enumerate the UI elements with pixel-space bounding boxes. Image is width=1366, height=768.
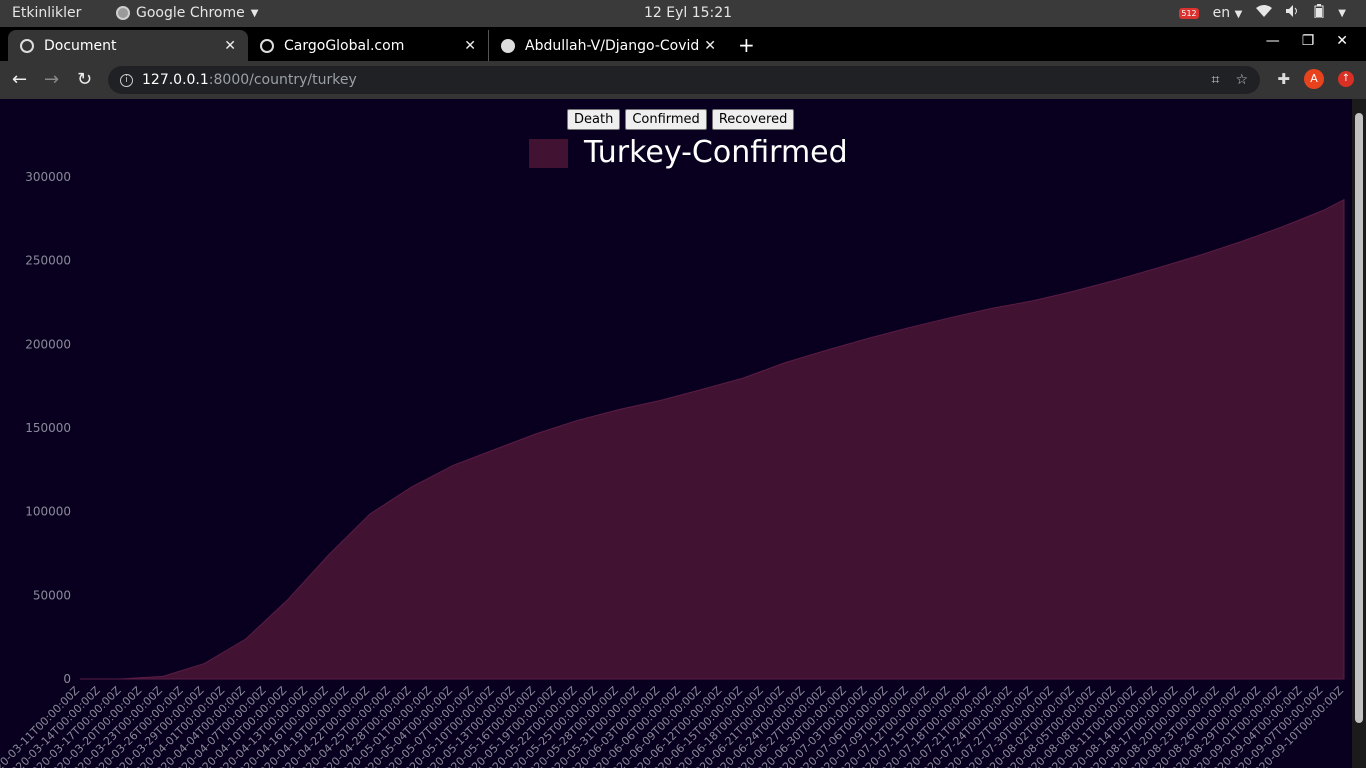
scrollbar[interactable] <box>1352 99 1366 768</box>
y-tick-label: 100000 <box>25 505 71 519</box>
close-icon[interactable]: ✕ <box>704 38 716 54</box>
y-tick-label: 250000 <box>25 254 71 268</box>
scrollbar-thumb[interactable] <box>1355 113 1363 723</box>
y-tick-label: 300000 <box>25 170 71 184</box>
chart-legend[interactable]: Turkey-Confirmed <box>529 135 848 170</box>
system-tray[interactable]: 512 en ▼ ▼ <box>1179 4 1346 22</box>
language-indicator[interactable]: en ▼ <box>1213 5 1243 21</box>
notification-badge[interactable]: 512 <box>1179 7 1199 19</box>
url-host: 127.0.0.1 <box>142 72 209 88</box>
chevron-down-icon: ▼ <box>250 7 259 19</box>
minimize-icon[interactable]: — <box>1266 33 1280 49</box>
info-icon[interactable]: i <box>120 73 133 87</box>
forward-icon[interactable]: → <box>44 69 59 90</box>
y-tick-label: 200000 <box>25 337 71 351</box>
y-tick-label: 150000 <box>25 421 71 435</box>
github-icon <box>501 38 515 53</box>
x-axis: 2020-03-11T00:00:00Z2020-03-14T00:00:00Z… <box>0 684 1346 768</box>
close-icon[interactable]: ✕ <box>224 38 236 54</box>
globe-icon <box>260 38 274 53</box>
app-menu[interactable]: Google Chrome ▼ <box>116 5 258 21</box>
address-bar[interactable]: i 127.0.0.1:8000/country/turkey ⌗ ☆ <box>108 66 1260 94</box>
tab-title: Abdullah-V/Django-Covid <box>525 37 699 54</box>
star-icon[interactable]: ☆ <box>1235 72 1248 88</box>
chevron-down-icon[interactable]: ▼ <box>1338 8 1346 19</box>
y-tick-label: 50000 <box>33 588 71 602</box>
chrome-icon <box>116 6 130 20</box>
tab-title: CargoGlobal.com <box>284 37 405 54</box>
clock[interactable]: 12 Eyl 15:21 <box>644 5 732 21</box>
tab-github[interactable]: Abdullah-V/Django-Covid ✕ <box>488 30 728 61</box>
update-icon[interactable]: ↑ <box>1338 71 1354 87</box>
volume-icon <box>1286 5 1300 21</box>
new-tab-button[interactable]: + <box>738 33 755 57</box>
battery-icon <box>1314 4 1324 22</box>
y-tick-label: 0 <box>63 672 71 686</box>
profile-avatar[interactable]: A <box>1304 69 1324 89</box>
close-window-icon[interactable]: ✕ <box>1336 33 1348 49</box>
tab-title: Document <box>44 37 117 54</box>
globe-icon <box>20 38 34 53</box>
legend-label: Turkey-Confirmed <box>583 135 848 170</box>
wifi-icon <box>1256 5 1273 21</box>
translate-icon[interactable]: ⌗ <box>1212 72 1220 88</box>
activities-button[interactable]: Etkinlikler <box>12 5 81 21</box>
area-series-turkey-confirmed[interactable] <box>79 198 1345 680</box>
tab-document[interactable]: Document ✕ <box>8 30 248 61</box>
reload-icon[interactable]: ↻ <box>77 69 92 90</box>
tab-cargoglobal[interactable]: CargoGlobal.com ✕ <box>248 30 488 61</box>
back-icon[interactable]: ← <box>12 69 27 90</box>
tab-strip: Document ✕ CargoGlobal.com ✕ Abdullah-V/… <box>0 27 1366 61</box>
window-controls: — ❐ ✕ <box>1266 33 1348 49</box>
extensions-icon[interactable]: ✚ <box>1277 70 1290 88</box>
legend-swatch <box>529 139 568 168</box>
os-top-bar: Etkinlikler Google Chrome ▼ 12 Eyl 15:21… <box>0 0 1366 27</box>
maximize-icon[interactable]: ❐ <box>1302 33 1315 49</box>
area-chart: Turkey-Confirmed 0 50000 100000 150000 20000… <box>0 135 1346 768</box>
page-content: Death Confirmed Recovered Turkey-Confirm… <box>0 99 1352 768</box>
url-path: :8000/country/turkey <box>208 72 357 88</box>
close-icon[interactable]: ✕ <box>464 38 476 54</box>
app-name: Google Chrome <box>136 5 245 21</box>
area-series <box>79 198 1345 680</box>
browser-toolbar: ← → ↻ i 127.0.0.1:8000/country/turkey ⌗ … <box>0 61 1366 99</box>
